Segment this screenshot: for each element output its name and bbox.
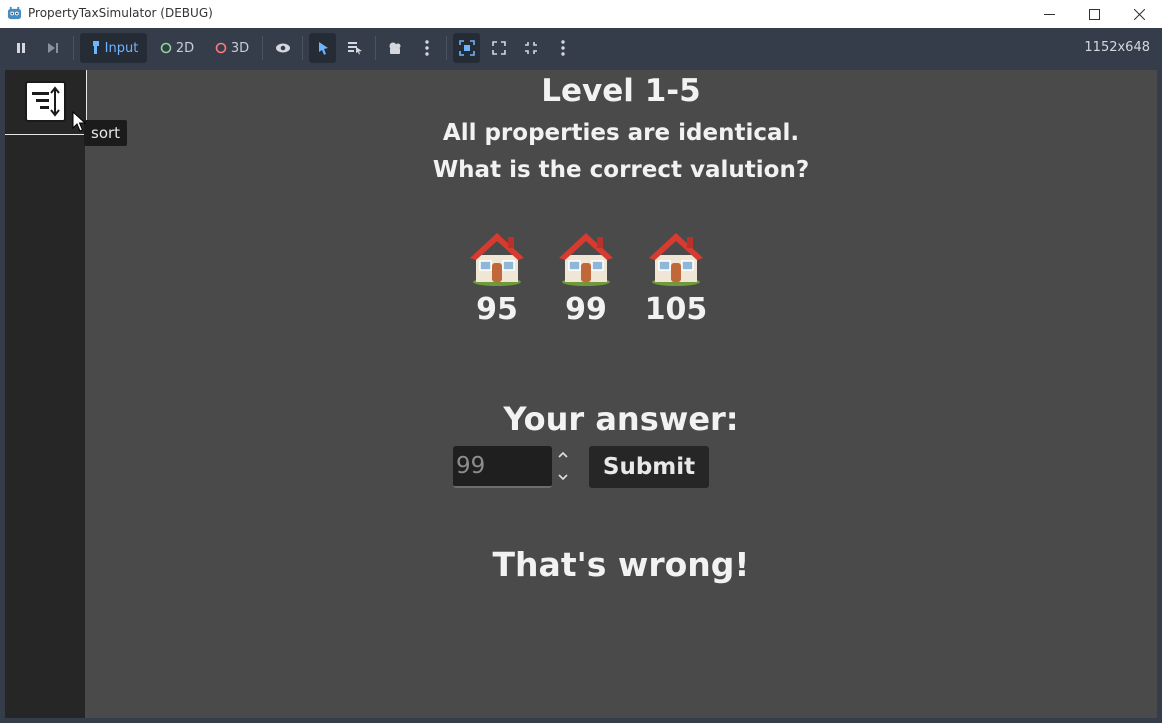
house-icon [470, 233, 524, 286]
fit-window-button[interactable] [487, 33, 511, 63]
kebab-menu-icon [425, 40, 429, 56]
mouse-pointer-icon [72, 111, 86, 132]
game-toolbar: Input 2D 3D 1152x648 [0, 28, 1162, 68]
3d-mode-label: 3D [230, 40, 250, 56]
next-frame-button[interactable] [42, 33, 64, 63]
close-button[interactable] [1117, 0, 1162, 28]
input-mode-button[interactable]: Input [80, 33, 147, 63]
maximize-button[interactable] [1072, 0, 1117, 28]
3d-circle-icon [215, 42, 227, 54]
minimize-button[interactable] [1027, 0, 1072, 28]
game-sidebar [5, 70, 85, 718]
maximize-icon [1089, 8, 1100, 20]
window-title: PropertyTaxSimulator (DEBUG) [28, 6, 213, 20]
resolution-readout: 1152x648 [1084, 40, 1150, 55]
list-select-button[interactable] [343, 33, 367, 63]
pause-button[interactable] [10, 33, 32, 63]
level-description-line1: All properties are identical. [442, 120, 800, 146]
arrow-cursor-icon [318, 42, 328, 55]
camera-icon [389, 42, 401, 54]
spinbox-arrows[interactable] [555, 448, 571, 486]
close-icon [1134, 8, 1145, 20]
chevron-down-icon [558, 474, 568, 481]
minimize-icon [1044, 13, 1055, 15]
2d-mode-button[interactable]: 2D [154, 33, 200, 63]
window-titlebar: PropertyTaxSimulator (DEBUG) [0, 0, 1162, 28]
answer-input[interactable] [453, 446, 552, 488]
embed-window-button[interactable] [453, 33, 480, 63]
pause-icon [17, 43, 25, 53]
result-message: That's wrong! [492, 545, 750, 584]
fullscreen-icon [525, 42, 537, 54]
level-description-line2: What is the correct valution? [432, 157, 810, 183]
answer-label: Your answer: [503, 400, 739, 438]
house-icon [559, 233, 613, 286]
next-frame-icon [48, 43, 58, 53]
submit-button[interactable]: Submit [589, 446, 709, 488]
visibility-button[interactable] [271, 33, 295, 63]
chevron-up-icon [558, 451, 568, 458]
list-select-icon [348, 42, 362, 55]
camera-override-button[interactable] [383, 33, 407, 63]
expand-icon [492, 41, 506, 55]
window-menu-button[interactable] [552, 33, 574, 63]
kebab-menu-icon [561, 40, 565, 56]
level-title: Level 1-5 [541, 73, 701, 109]
stretch-window-button[interactable] [519, 33, 543, 63]
property-value: 105 [644, 292, 708, 327]
embed-window-icon [458, 40, 475, 56]
2d-circle-icon [160, 42, 172, 54]
property-value: 95 [476, 292, 518, 327]
select-tool-button[interactable] [309, 33, 336, 63]
2d-mode-label: 2D [175, 40, 195, 56]
godot-logo-icon [7, 6, 22, 20]
input-mode-label: Input [104, 40, 139, 56]
camera-menu-button[interactable] [416, 33, 438, 63]
eye-icon [276, 43, 290, 53]
input-pointer-icon [92, 41, 99, 54]
3d-mode-button[interactable]: 3D [209, 33, 255, 63]
house-icon [649, 233, 703, 286]
property-value: 99 [565, 292, 607, 327]
sort-icon [25, 81, 66, 122]
